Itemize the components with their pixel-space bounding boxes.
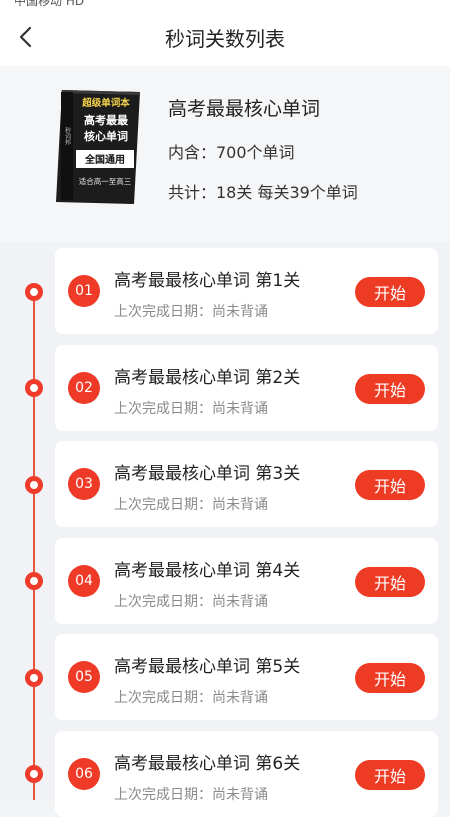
level-last-completed: 上次完成日期：尚未背诵 [114,301,268,321]
level-card-1[interactable]: 01 高考最最核心单词 第1关 上次完成日期：尚未背诵 开始 [55,248,438,334]
level-title: 高考最最核心单词 第2关 [114,363,300,388]
book-cover-subtitle: 适合高一至高三 [79,176,132,186]
start-button[interactable]: 开始 [355,760,425,790]
level-title: 高考最最核心单词 第6关 [114,749,300,774]
level-title: 高考最最核心单词 第3关 [114,459,300,484]
nav-bar: 秒词关数列表 [0,8,450,66]
level-number-badge: 04 [68,565,100,597]
level-title: 高考最最核心单词 第1关 [114,266,300,291]
timeline-dot [25,765,43,783]
book-word-count: 内含：700个单词 [168,139,358,163]
level-card-2[interactable]: 02 高考最最核心单词 第2关 上次完成日期：尚未背诵 开始 [55,345,438,431]
book-cover-image: 秒词邦 超级单词本 高考最最 核心单词 全国通用 适合高一至高三 [54,86,142,206]
book-cover-band: 全国通用 [84,153,125,166]
book-info: 高考最最核心单词 内含：700个单词 共计：18关 每关39个单词 [168,94,358,203]
level-title: 高考最最核心单词 第4关 [114,556,300,581]
start-button[interactable]: 开始 [355,663,425,693]
level-number-badge: 05 [68,661,100,693]
level-card-5[interactable]: 05 高考最最核心单词 第5关 上次完成日期：尚未背诵 开始 [55,634,438,720]
book-cover-side: 秒词邦 [64,126,71,146]
level-number-badge: 02 [68,372,100,404]
book-cover-title-1: 高考最最 [84,113,129,127]
start-button[interactable]: 开始 [355,374,425,404]
book-title: 高考最最核心单词 [168,94,358,121]
timeline-dot [25,476,43,494]
book-cover-top: 超级单词本 [81,97,130,109]
level-last-completed: 上次完成日期：尚未背诵 [114,591,268,611]
timeline-dot [25,669,43,687]
timeline-dot [25,379,43,397]
level-title: 高考最最核心单词 第5关 [114,652,300,677]
level-card-4[interactable]: 04 高考最最核心单词 第4关 上次完成日期：尚未背诵 开始 [55,538,438,624]
timeline-dot [25,283,43,301]
start-button[interactable]: 开始 [355,567,425,597]
page-title: 秒词关数列表 [0,23,450,52]
timeline-line [33,292,35,800]
level-last-completed: 上次完成日期：尚未背诵 [114,784,268,804]
timeline-dot [25,572,43,590]
level-last-completed: 上次完成日期：尚未背诵 [114,687,268,707]
carrier-text: 中国移动 HD [14,0,84,8]
level-number-badge: 06 [68,758,100,790]
level-number-badge: 01 [68,275,100,307]
start-button[interactable]: 开始 [355,470,425,500]
status-bar: 中国移动 HD [0,0,450,8]
level-number-badge: 03 [68,468,100,500]
start-button[interactable]: 开始 [355,277,425,307]
book-cover-title-2: 核心单词 [84,129,128,143]
level-card-3[interactable]: 03 高考最最核心单词 第3关 上次完成日期：尚未背诵 开始 [55,441,438,527]
level-card-6[interactable]: 06 高考最最核心单词 第6关 上次完成日期：尚未背诵 开始 [55,731,438,817]
level-last-completed: 上次完成日期：尚未背诵 [114,398,268,418]
book-summary: 共计：18关 每关39个单词 [168,179,358,203]
level-last-completed: 上次完成日期：尚未背诵 [114,494,268,514]
